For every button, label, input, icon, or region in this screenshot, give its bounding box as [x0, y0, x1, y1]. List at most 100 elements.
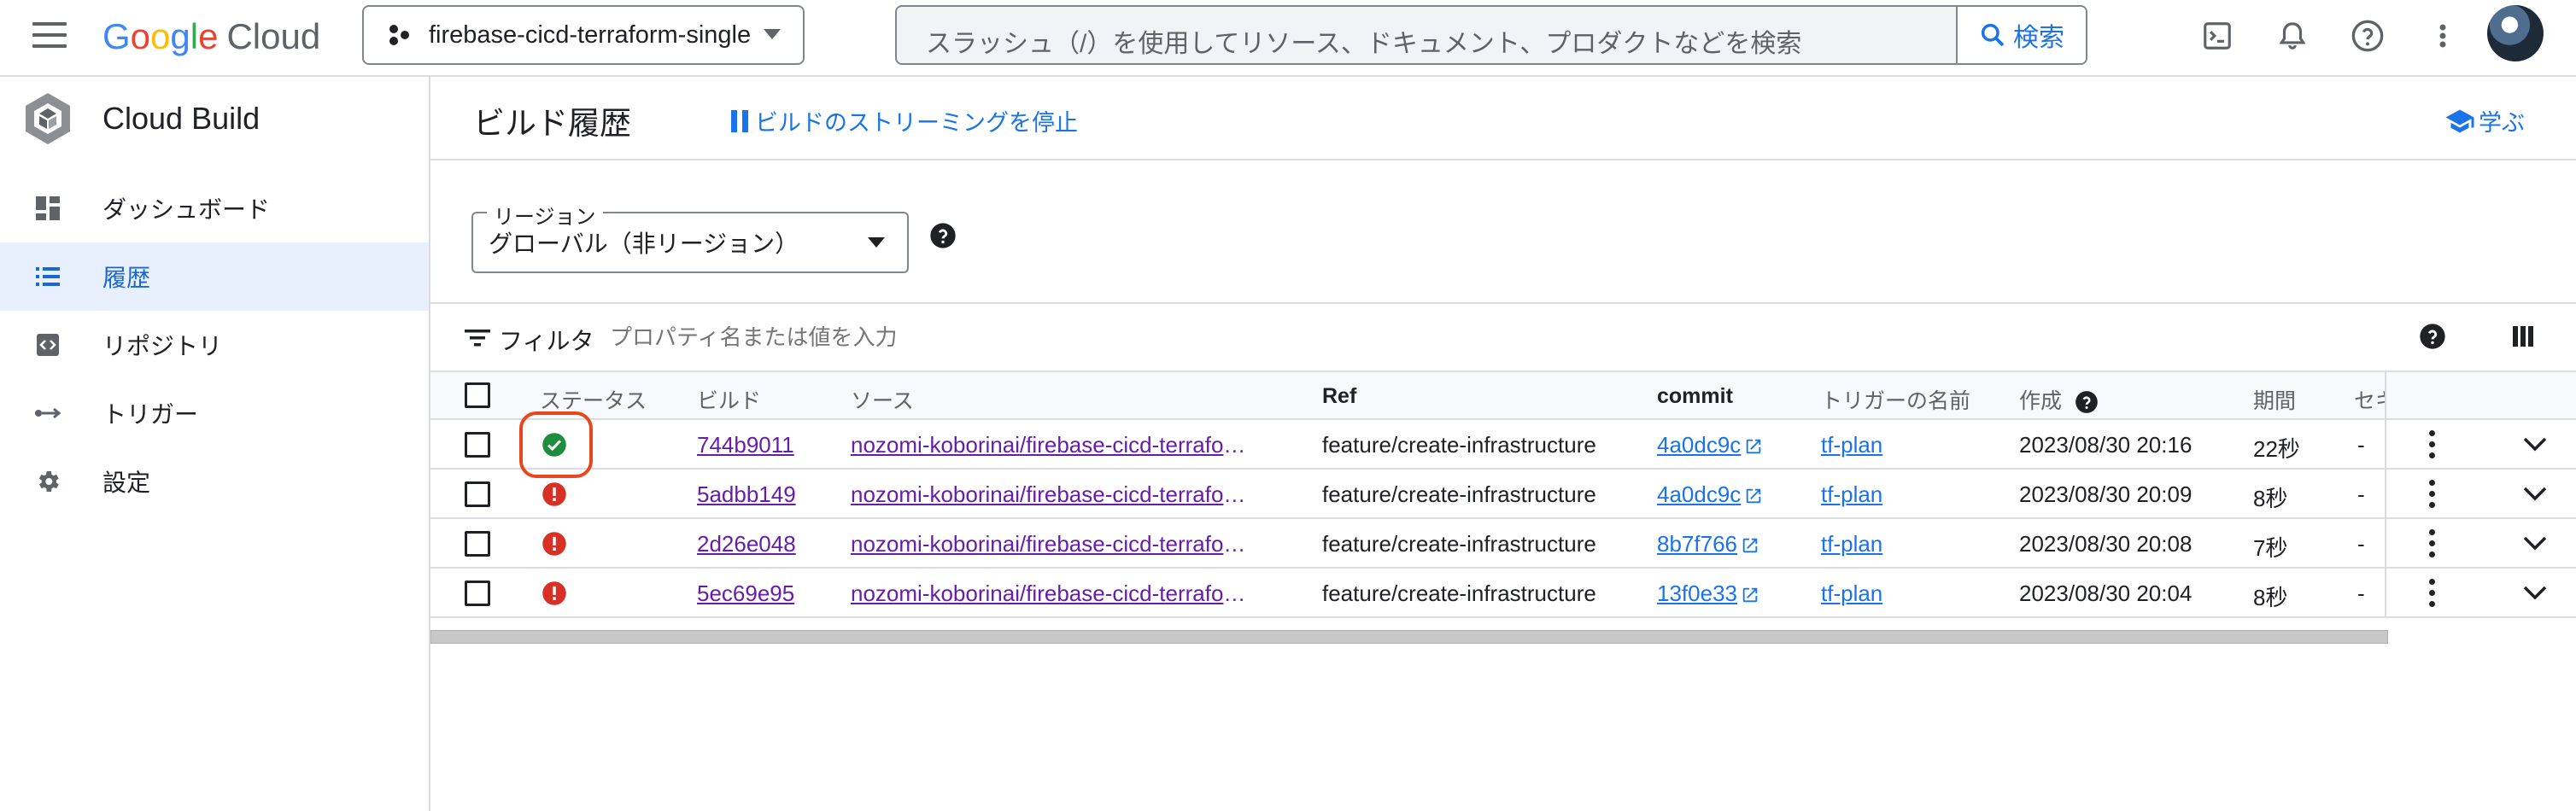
commit-cell[interactable]: 4a0dc9c: [1657, 432, 1763, 458]
table-row[interactable]: 2d26e048 nozomi-koborinai/firebase-cicd-…: [430, 519, 2576, 569]
trigger-link[interactable]: tf-plan: [1821, 432, 1882, 458]
column-header-build[interactable]: ビルド: [697, 384, 761, 415]
sidebar-item-dashboard[interactable]: ダッシュボード: [0, 174, 429, 242]
google-cloud-logo[interactable]: Google Cloud: [102, 14, 320, 60]
commit-cell[interactable]: 13f0e33: [1657, 581, 1759, 607]
chevron-down-icon[interactable]: [2521, 483, 2549, 504]
filter-input[interactable]: [610, 324, 1379, 351]
sidebar-item-label: 履歴: [102, 265, 151, 291]
row-actions-icon[interactable]: [2429, 529, 2436, 558]
build-id-link[interactable]: 744b9011: [697, 432, 794, 458]
source-link[interactable]: nozomi-koborinai/firebase-cicd-terraform…: [851, 481, 1252, 508]
table-header: ステータス ビルド ソース Ref commit トリガーの名前 作成 期間 セ…: [430, 370, 2576, 420]
extra-cell: -: [2357, 481, 2365, 507]
chevron-down-icon[interactable]: [2521, 582, 2549, 603]
cloud-shell-icon[interactable]: [2198, 17, 2236, 55]
commit-link[interactable]: 8b7f766: [1657, 531, 1737, 557]
search-button[interactable]: 検索: [1956, 7, 2086, 63]
commit-cell[interactable]: 8b7f766: [1657, 531, 1759, 557]
row-checkbox[interactable]: [465, 531, 490, 557]
sidebar-item-history[interactable]: 履歴: [0, 242, 429, 311]
sidebar-item-label: トリガー: [102, 401, 199, 428]
chevron-down-icon[interactable]: [2521, 533, 2549, 553]
sidebar-item-settings[interactable]: 設定: [0, 447, 429, 516]
column-header-commit[interactable]: commit: [1657, 384, 1733, 409]
main-menu-icon[interactable]: [32, 22, 67, 48]
external-link-icon: [1747, 439, 1761, 454]
project-picker[interactable]: firebase-cicd-terraform-single: [362, 5, 805, 65]
column-header-truncated[interactable]: セキ: [2354, 384, 2385, 415]
column-header-duration[interactable]: 期間: [2253, 384, 2296, 415]
build-id-link[interactable]: 2d26e048: [697, 531, 796, 557]
column-header-trigger[interactable]: トリガーの名前: [1821, 384, 1970, 415]
more-options-icon[interactable]: [2424, 17, 2462, 55]
error-icon: [542, 581, 566, 605]
column-header-created-label: 作成: [2019, 389, 2063, 413]
product-name: Cloud Build: [102, 101, 261, 136]
row-actions-icon[interactable]: [2429, 579, 2436, 608]
table-row[interactable]: 5adbb149 nozomi-koborinai/firebase-cicd-…: [430, 470, 2576, 519]
search-button-label: 検索: [2013, 24, 2064, 52]
column-header-source[interactable]: ソース: [851, 384, 914, 415]
row-actions-icon[interactable]: [2429, 430, 2436, 459]
chevron-down-icon[interactable]: [2521, 434, 2549, 454]
page-header: ビルド履歴 ビルドのストリーミングを停止 学ぶ: [430, 77, 2576, 160]
filter-label[interactable]: フィルタ: [499, 323, 594, 357]
sidebar-item-label: 設定: [102, 470, 151, 496]
notifications-icon[interactable]: [2274, 17, 2311, 55]
ref-cell: feature/create-infrastructure: [1322, 481, 1596, 507]
column-header-ref[interactable]: Ref: [1322, 384, 1356, 409]
search-input[interactable]: スラッシュ（/）を使用してリソース、ドキュメント、プロダクトなどを検索: [926, 22, 1801, 60]
build-id-link[interactable]: 5ec69e95: [697, 581, 794, 607]
commit-cell[interactable]: 4a0dc9c: [1657, 481, 1763, 508]
commit-link[interactable]: 4a0dc9c: [1657, 481, 1741, 507]
commit-link[interactable]: 4a0dc9c: [1657, 432, 1741, 458]
ref-cell: feature/create-infrastructure: [1322, 432, 1596, 458]
stop-streaming-button[interactable]: ビルドのストリーミングを停止: [731, 104, 1078, 137]
trigger-link[interactable]: tf-plan: [1821, 481, 1882, 508]
filter-icon[interactable]: [465, 328, 490, 353]
learn-button[interactable]: 学ぶ: [2444, 104, 2525, 137]
duration-cell: 8秒: [2253, 486, 2288, 511]
table-row[interactable]: 5ec69e95 nozomi-koborinai/firebase-cicd-…: [430, 569, 2576, 618]
row-actions-icon[interactable]: [2429, 480, 2436, 509]
sidebar-item-triggers[interactable]: トリガー: [0, 379, 429, 447]
help-icon[interactable]: [2075, 390, 2099, 414]
extra-cell: -: [2357, 581, 2365, 606]
search-bar[interactable]: スラッシュ（/）を使用してリソース、ドキュメント、プロダクトなどを検索 検索: [895, 5, 2087, 65]
ref-cell: feature/create-infrastructure: [1322, 581, 1596, 606]
source-link[interactable]: nozomi-koborinai/firebase-cicd-terraform…: [851, 432, 1252, 458]
duration-cell: 22秒: [2253, 436, 2300, 462]
commit-link[interactable]: 13f0e33: [1657, 581, 1737, 606]
source-link[interactable]: nozomi-koborinai/firebase-cicd-terraform…: [851, 531, 1252, 557]
product-header: Cloud Build: [22, 90, 260, 147]
select-all-checkbox[interactable]: [465, 382, 490, 408]
dropdown-arrow-icon[interactable]: [868, 237, 885, 248]
search-icon: [1981, 23, 2005, 47]
repository-icon: [34, 331, 61, 359]
pause-icon: [731, 109, 748, 132]
trigger-link[interactable]: tf-plan: [1821, 581, 1882, 607]
row-checkbox[interactable]: [465, 432, 490, 458]
project-icon: [389, 25, 409, 45]
region-value[interactable]: グローバル（非リージョン）: [489, 225, 799, 260]
account-avatar[interactable]: [2487, 5, 2544, 61]
table-row[interactable]: 744b9011 nozomi-koborinai/firebase-cicd-…: [430, 411, 2576, 478]
build-id-link[interactable]: 5adbb149: [697, 481, 796, 508]
row-checkbox[interactable]: [465, 581, 490, 606]
help-icon[interactable]: [2349, 17, 2386, 55]
table-help-icon[interactable]: [2419, 323, 2446, 354]
column-header-created[interactable]: 作成: [2019, 384, 2099, 415]
column-header-status[interactable]: ステータス: [540, 384, 647, 415]
sidebar: Cloud Build ダッシュボード 履歴 リポジトリ トリガー 設定: [0, 77, 430, 811]
trigger-link[interactable]: tf-plan: [1821, 531, 1882, 557]
sidebar-item-label: ダッシュボード: [102, 196, 271, 223]
created-cell: 2023/08/30 20:16: [2019, 432, 2193, 458]
source-link[interactable]: nozomi-koborinai/firebase-cicd-terraform…: [851, 581, 1252, 607]
column-display-icon[interactable]: [2511, 324, 2535, 353]
sidebar-item-repositories[interactable]: リポジトリ: [0, 311, 429, 379]
region-help-icon[interactable]: [929, 222, 957, 254]
horizontal-scrollbar[interactable]: [430, 630, 2388, 644]
trigger-icon: [34, 400, 61, 427]
row-checkbox[interactable]: [465, 481, 490, 507]
